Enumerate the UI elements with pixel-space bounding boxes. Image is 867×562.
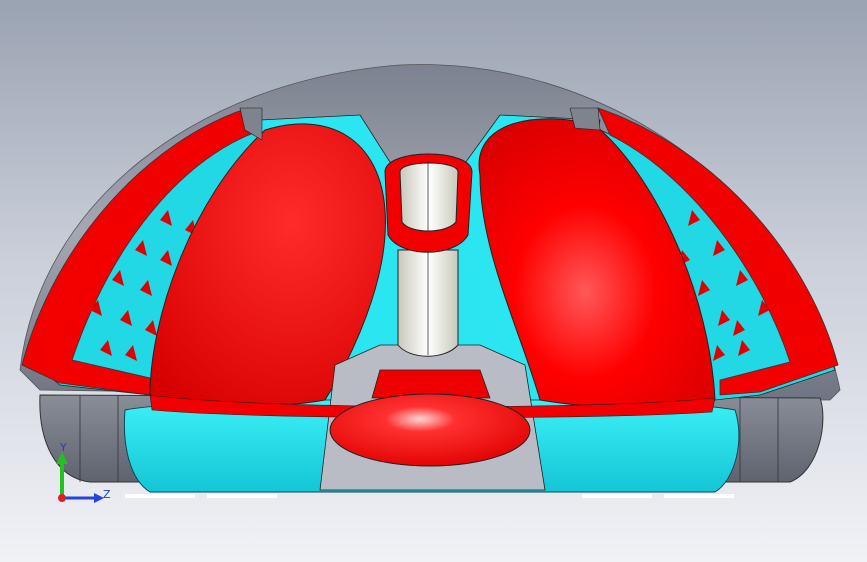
top-right-fin <box>569 107 601 131</box>
floor-marks <box>125 494 734 498</box>
coordinate-triad: Y Z <box>40 438 120 518</box>
cad-viewport[interactable]: Y Z <box>0 0 867 562</box>
z-axis-label: Z <box>103 488 111 501</box>
white-window <box>399 162 459 232</box>
y-axis-label: Y <box>60 441 67 454</box>
bottom-red-lens <box>329 393 531 467</box>
origin-dot <box>58 494 66 502</box>
model-render <box>19 64 841 498</box>
triad-axes <box>56 452 104 503</box>
